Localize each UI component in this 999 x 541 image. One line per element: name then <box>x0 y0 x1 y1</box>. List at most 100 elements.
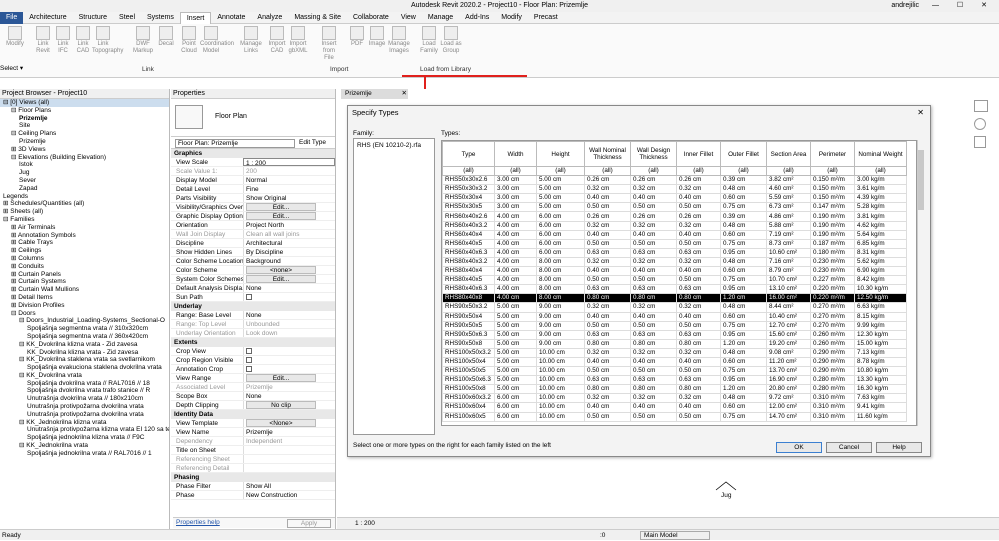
property-value[interactable] <box>243 293 335 301</box>
table-row[interactable]: RHS90x50x8 5.00 cm 9.00 cm 0.80 cm 0.80 cm 0.… <box>442 338 907 349</box>
table-row[interactable]: RHS90x50x6.3 5.00 cm 9.00 cm 0.63 cm 0.63 cm… <box>442 329 907 340</box>
tree-item[interactable]: ⊟ Doors_Industrial_Loading-Systems_Secti… <box>0 317 169 325</box>
table-row[interactable]: RHS60x40x4 4.00 cm 6.00 cm 0.40 cm 0.40 cm 0.… <box>442 229 907 240</box>
link-ifc-button[interactable]: Link IFC <box>52 26 74 55</box>
column-filter[interactable]: (all) <box>584 165 631 177</box>
tab-structure[interactable]: Structure <box>73 12 113 24</box>
table-row[interactable]: RHS100x60x5 6.00 cm 10.00 cm 0.50 cm 0.50 cm… <box>442 411 907 422</box>
tab-file[interactable]: File <box>0 11 24 24</box>
tree-item[interactable]: ⊟ Elevations (Building Elevation) <box>0 154 169 162</box>
tree-item[interactable]: ⊞ Schedules/Quantities (all) <box>0 200 169 208</box>
table-row[interactable]: RHS100x60x3.2 6.00 cm 10.00 cm 0.32 cm 0.32 … <box>442 393 907 404</box>
property-value[interactable]: 1 : 200 <box>243 158 335 166</box>
property-value[interactable]: Prizemlje <box>243 428 335 436</box>
tree-item[interactable]: ⊞ Curtain Panels <box>0 271 169 279</box>
column-filter[interactable]: (all) <box>536 165 585 177</box>
checkbox[interactable] <box>246 294 252 301</box>
table-row[interactable]: RHS60x40x5 4.00 cm 6.00 cm 0.50 cm 0.50 cm 0.… <box>442 238 907 249</box>
tree-item[interactable]: Spoljašnja dvokrilna vrata trafo stanice… <box>0 387 169 395</box>
import-gbxml-button[interactable]: Import gbXML <box>287 26 309 55</box>
apply-button[interactable]: Apply <box>287 519 331 528</box>
types-table[interactable]: Type Width Height Wall Nominal Thickness Wal… <box>441 140 917 426</box>
table-row[interactable]: RHS80x40x8 4.00 cm 8.00 cm 0.80 cm 0.80 cm 0.… <box>442 293 907 304</box>
tree-item[interactable]: ⊞ Ceilings <box>0 247 169 255</box>
property-value[interactable] <box>243 446 335 454</box>
manage-links-button[interactable]: Manage Links <box>240 26 262 55</box>
tree-item[interactable]: ⊟ Doors <box>0 310 169 318</box>
import-cad-button[interactable]: Import CAD <box>266 26 288 55</box>
tree-item[interactable]: Spoljašnja evakuciona staklena dvokrilna… <box>0 364 169 372</box>
table-row[interactable]: RHS60x40x2.6 4.00 cm 6.00 cm 0.26 cm 0.26 cm… <box>442 211 907 222</box>
tree-item[interactable]: Unutrašnja protivpožarna klizna vrata EI… <box>0 426 169 434</box>
tree-item[interactable]: Spoljašnja segmentna vrata // 360x420cm <box>0 333 169 341</box>
property-value[interactable] <box>243 356 335 364</box>
property-category[interactable]: Underlay <box>171 302 335 311</box>
close-icon[interactable]: ✕ <box>402 90 407 97</box>
tree-item[interactable]: ⊞ Curtain Systems <box>0 278 169 286</box>
tab-manage[interactable]: Manage <box>422 12 459 24</box>
edit-button[interactable]: Edit... <box>246 275 316 283</box>
tree-item[interactable]: ⊞ Division Profiles <box>0 302 169 310</box>
table-row[interactable]: RHS50x30x4 3.00 cm 5.00 cm 0.40 cm 0.40 cm 0.… <box>442 193 907 204</box>
property-value[interactable] <box>243 365 335 373</box>
properties-help-link[interactable]: Properties help <box>176 519 220 526</box>
link-revit-button[interactable]: Link Revit <box>32 26 54 55</box>
tree-item[interactable]: KK_Dvokrilna klizna vrata - Zid zavesa <box>0 349 169 357</box>
property-value[interactable]: Edit... <box>243 275 335 283</box>
tree-item[interactable]: Sever <box>0 177 169 185</box>
property-value[interactable]: No clip <box>243 401 335 409</box>
tree-item[interactable]: Site <box>0 122 169 130</box>
tree-item[interactable]: Spoljašnja segmentna vrata // 310x320cm <box>0 325 169 333</box>
column-header[interactable]: Wall Design Thickness <box>630 141 677 167</box>
tree-item[interactable]: Spoljašnja dvokrilna vrata // RAL7016 //… <box>0 380 169 388</box>
checkbox[interactable] <box>246 357 252 364</box>
property-category[interactable]: Phasing <box>171 473 335 482</box>
tree-item[interactable]: ⊟ Floor Plans <box>0 107 169 115</box>
column-filter[interactable]: (all) <box>854 165 907 177</box>
property-value[interactable] <box>243 347 335 355</box>
column-filter[interactable]: (all) <box>766 165 811 177</box>
load-family-button[interactable]: Load Family <box>418 26 440 55</box>
tree-item[interactable]: Spoljašnja jednokrilna vrata // RAL7016 … <box>0 450 169 458</box>
column-header[interactable]: Wall Nominal Thickness <box>584 141 631 167</box>
tree-item[interactable]: Prizemlje <box>0 115 169 123</box>
property-value[interactable]: By Discipline <box>243 248 335 256</box>
table-row[interactable]: RHS90x50x4 5.00 cm 9.00 cm 0.40 cm 0.40 cm 0.… <box>442 311 907 322</box>
link-topography-button[interactable]: Link Topography <box>92 26 123 55</box>
column-header[interactable]: Type <box>442 141 495 167</box>
column-header[interactable]: Perimeter <box>810 141 855 167</box>
load-as-group-button[interactable]: Load as Group <box>440 26 462 55</box>
property-value[interactable]: None <box>243 392 335 400</box>
cancel-button[interactable]: Cancel <box>826 442 872 453</box>
edit-button[interactable]: <None> <box>246 419 316 427</box>
tree-item[interactable]: Unutrašnja protivpožarna dvokrilna vrata <box>0 411 169 419</box>
window-controls[interactable]: — ☐ ✕ <box>932 0 995 12</box>
edit-button[interactable]: Edit... <box>246 212 316 220</box>
column-filter[interactable]: (all) <box>676 165 721 177</box>
property-value[interactable]: Project North <box>243 221 335 229</box>
tab-view[interactable]: View <box>395 12 422 24</box>
tree-item[interactable]: Jug <box>0 169 169 177</box>
column-filter[interactable]: (all) <box>810 165 855 177</box>
table-row[interactable]: RHS90x50x5 5.00 cm 9.00 cm 0.50 cm 0.50 cm 0.… <box>442 320 907 331</box>
column-filter[interactable]: (all) <box>630 165 677 177</box>
family-item[interactable]: RHS (EN 10210-2).rfa <box>357 142 421 149</box>
user-name[interactable]: andrejilic <box>891 0 919 12</box>
tree-item[interactable]: ⊟ [0] Views (all) <box>0 99 169 107</box>
image-button[interactable]: Image <box>366 26 388 48</box>
column-header[interactable]: Nominal Weight <box>854 141 907 167</box>
column-header[interactable]: Height <box>536 141 585 167</box>
table-row[interactable]: RHS80x40x4 4.00 cm 8.00 cm 0.40 cm 0.40 cm 0.… <box>442 266 907 277</box>
point-cloud-button[interactable]: Point Cloud <box>178 26 200 55</box>
property-category[interactable]: Identity Data <box>171 410 335 419</box>
table-row[interactable]: RHS80x40x5 4.00 cm 8.00 cm 0.50 cm 0.50 cm 0.… <box>442 275 907 286</box>
tree-item[interactable]: Unutrašnja dvokrilna vrata // 180x210cm <box>0 395 169 403</box>
coordination-model-button[interactable]: Coordination Model <box>200 26 234 55</box>
property-category[interactable]: Extents <box>171 338 335 347</box>
table-row[interactable]: RHS80x40x3.2 4.00 cm 8.00 cm 0.32 cm 0.32 cm… <box>442 256 907 268</box>
tree-item[interactable]: Unutrašnja protivpožarna dvokrilna vrata <box>0 403 169 411</box>
checkbox[interactable] <box>246 348 252 355</box>
tab-steel[interactable]: Steel <box>113 12 141 24</box>
tree-item[interactable]: ⊞ Detail Items <box>0 294 169 302</box>
tree-item[interactable]: ⊟ KK_Dvokrilna vrata <box>0 372 169 380</box>
